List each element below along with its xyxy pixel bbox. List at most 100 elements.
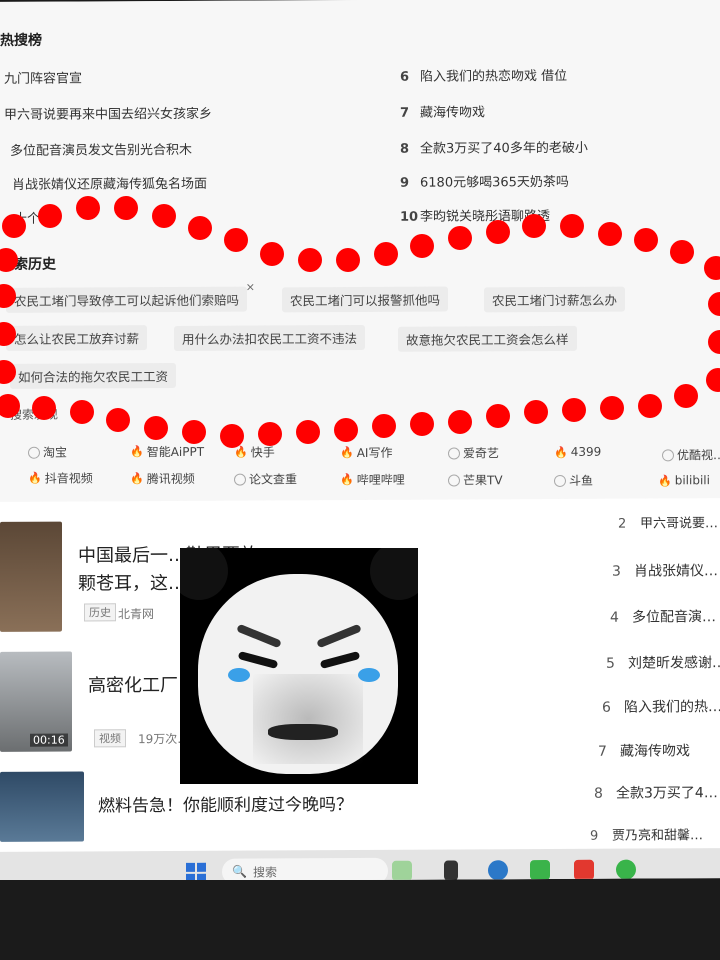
taskbar: 🔍 搜索: [0, 848, 720, 882]
widgets-icon[interactable]: [392, 860, 412, 881]
hot-search-item[interactable]: 9 6180元够喝365天奶茶吗: [400, 171, 569, 191]
history-text: 农民工堵门导致停工可以起诉他们索赔吗: [14, 292, 240, 309]
red-dot: [634, 228, 658, 252]
red-dot: [220, 424, 244, 448]
hot-search-item[interactable]: 7 藏海传吻戏: [400, 101, 485, 120]
site-link[interactable]: 淘宝: [28, 444, 67, 461]
red-dot: [522, 214, 546, 238]
red-dot: [524, 400, 548, 424]
site-link[interactable]: 爱奇艺: [448, 444, 499, 461]
site-label: 腾讯视频: [146, 471, 195, 487]
red-dot: [560, 214, 584, 238]
site-link[interactable]: 🔥 4399: [554, 445, 601, 459]
taskbar-search[interactable]: 🔍 搜索: [222, 857, 388, 882]
hot-search-rank: 10: [400, 209, 419, 225]
hot-search-item[interactable]: 肖战张婧仪还原藏海传狐兔名场面: [12, 173, 207, 193]
history-item[interactable]: 农民工堵门讨薪怎么办: [484, 286, 626, 313]
fire-icon: 🔥: [234, 445, 248, 459]
left-eye: [237, 650, 279, 670]
history-item[interactable]: 农民工堵门可以报警抓他吗: [282, 286, 449, 313]
news-title[interactable]: 燃料告急！你能顺利度过今晚吗？: [98, 790, 353, 816]
site-link[interactable]: 🔥 快手: [234, 443, 275, 460]
ranking-text: 刘楚昕发感谢…: [628, 655, 720, 672]
site-link[interactable]: 论文查重: [234, 470, 297, 487]
history-text: 故意拖欠农民工工资会怎么样: [406, 331, 569, 348]
history-item[interactable]: 农民工堵门导致停工可以起诉他们索赔吗 ×: [6, 281, 255, 313]
site-link[interactable]: 🔥 bilibili: [658, 473, 710, 487]
task-view-icon[interactable]: [444, 860, 458, 881]
red-dot: [32, 396, 56, 420]
red-dot: [298, 248, 322, 272]
chat-app-icon[interactable]: [616, 859, 636, 880]
site-label: 斗鱼: [569, 473, 594, 488]
site-link[interactable]: 🔥 哔哩哔哩: [340, 471, 405, 488]
ranking-item[interactable]: 7 藏海传吻戏: [598, 740, 690, 760]
monitor-bezel: [0, 880, 720, 960]
history-text: 如何合法的拖欠农民工工资: [18, 369, 169, 385]
history-item[interactable]: 如何合法的拖欠农民工工资: [10, 362, 177, 389]
ranking-num: 8: [594, 785, 603, 802]
taskbar-search-placeholder: 搜索: [252, 864, 277, 880]
site-link[interactable]: 斗鱼: [554, 472, 593, 489]
red-dot: [258, 422, 282, 446]
red-dot: [296, 420, 320, 444]
panda-face: [198, 574, 398, 774]
site-label: AI写作: [356, 445, 393, 461]
close-icon[interactable]: ×: [246, 281, 255, 294]
hot-search-item[interactable]: 九门阵容官宣: [4, 67, 82, 86]
hot-search-item[interactable]: 6 陷入我们的热恋吻戏 借位: [400, 65, 567, 85]
ranking-text: 藏海传吻戏: [620, 743, 690, 760]
site-link[interactable]: 🔥 抖音视频: [28, 469, 93, 486]
hot-search-item[interactable]: 甲六哥说要再来中国去绍兴女孩家乡: [4, 103, 212, 123]
ranking-item[interactable]: 6 陷入我们的热…: [602, 696, 720, 717]
ranking-item[interactable]: 9 贾乃亮和甜馨…: [590, 824, 703, 844]
news-thumbnail[interactable]: [0, 521, 62, 632]
panda-ear: [370, 548, 418, 600]
news-thumbnail[interactable]: [0, 771, 84, 842]
fire-icon: 🔥: [28, 471, 42, 485]
site-link[interactable]: 芒果TV: [448, 471, 503, 488]
red-dot: [372, 414, 396, 438]
site-link[interactable]: 🔥 腾讯视频: [130, 470, 195, 487]
ranking-item[interactable]: 4 多位配音演…: [610, 606, 716, 627]
hot-search-text: 陷入我们的热恋吻戏 借位: [420, 68, 568, 85]
history-item[interactable]: 故意拖欠农民工工资会怎么样: [398, 325, 577, 352]
panda-meme-sticker: [180, 548, 418, 784]
history-item[interactable]: 用什么办法扣农民工工资不违法: [174, 324, 366, 351]
site-link[interactable]: 优酷视…: [662, 446, 720, 463]
ranking-num: 7: [598, 743, 607, 760]
site-link[interactable]: 🔥 智能AiPPT: [130, 443, 204, 460]
fire-icon: 🔥: [130, 472, 144, 486]
globe-icon: [28, 446, 40, 459]
news-source: 北青网: [118, 607, 155, 622]
site-label: 快手: [250, 445, 275, 460]
news-title[interactable]: 颗苍耳，这…: [78, 569, 186, 596]
red-dot: [600, 396, 624, 420]
hot-search-rank: 7: [400, 105, 410, 121]
site-label: 芒果TV: [463, 473, 503, 488]
red-dot: [486, 404, 510, 428]
face-shade: [253, 674, 363, 764]
hot-search-text: 肖战张婧仪还原藏海传狐兔名场面: [12, 176, 208, 193]
ranking-item[interactable]: 8 全款3万买了4…: [594, 782, 718, 803]
globe-icon: [448, 446, 460, 460]
wechat-icon[interactable]: [530, 860, 550, 881]
hot-search-text: 多位配音演员发文告别光合积木: [10, 142, 193, 159]
red-dot: [70, 400, 94, 424]
red-dot: [598, 222, 622, 246]
history-item[interactable]: 怎么让农民工放弃讨薪: [6, 325, 148, 351]
ranking-item[interactable]: 3 肖战张婧仪…: [612, 560, 718, 581]
hot-search-item[interactable]: 多位配音演员发文告别光合积木: [10, 139, 192, 159]
site-link[interactable]: 🔥 AI写作: [340, 444, 392, 461]
red-dot: [188, 216, 212, 240]
hot-search-item[interactable]: 8 全款3万买了40多年的老破小: [400, 137, 588, 157]
hot-search-text: 九门阵容官宣: [4, 71, 83, 87]
hot-search-rank: 8: [400, 141, 410, 157]
history-text: 农民工堵门可以报警抓他吗: [290, 292, 441, 309]
browser-icon[interactable]: [488, 860, 508, 881]
ranking-item[interactable]: 2 甲六哥说要…: [618, 512, 718, 532]
site-label: 淘宝: [43, 445, 68, 460]
wps-icon[interactable]: [574, 859, 594, 880]
ranking-item[interactable]: 5 刘楚昕发感谢…: [606, 652, 720, 673]
ranking-num: 2: [618, 516, 627, 532]
